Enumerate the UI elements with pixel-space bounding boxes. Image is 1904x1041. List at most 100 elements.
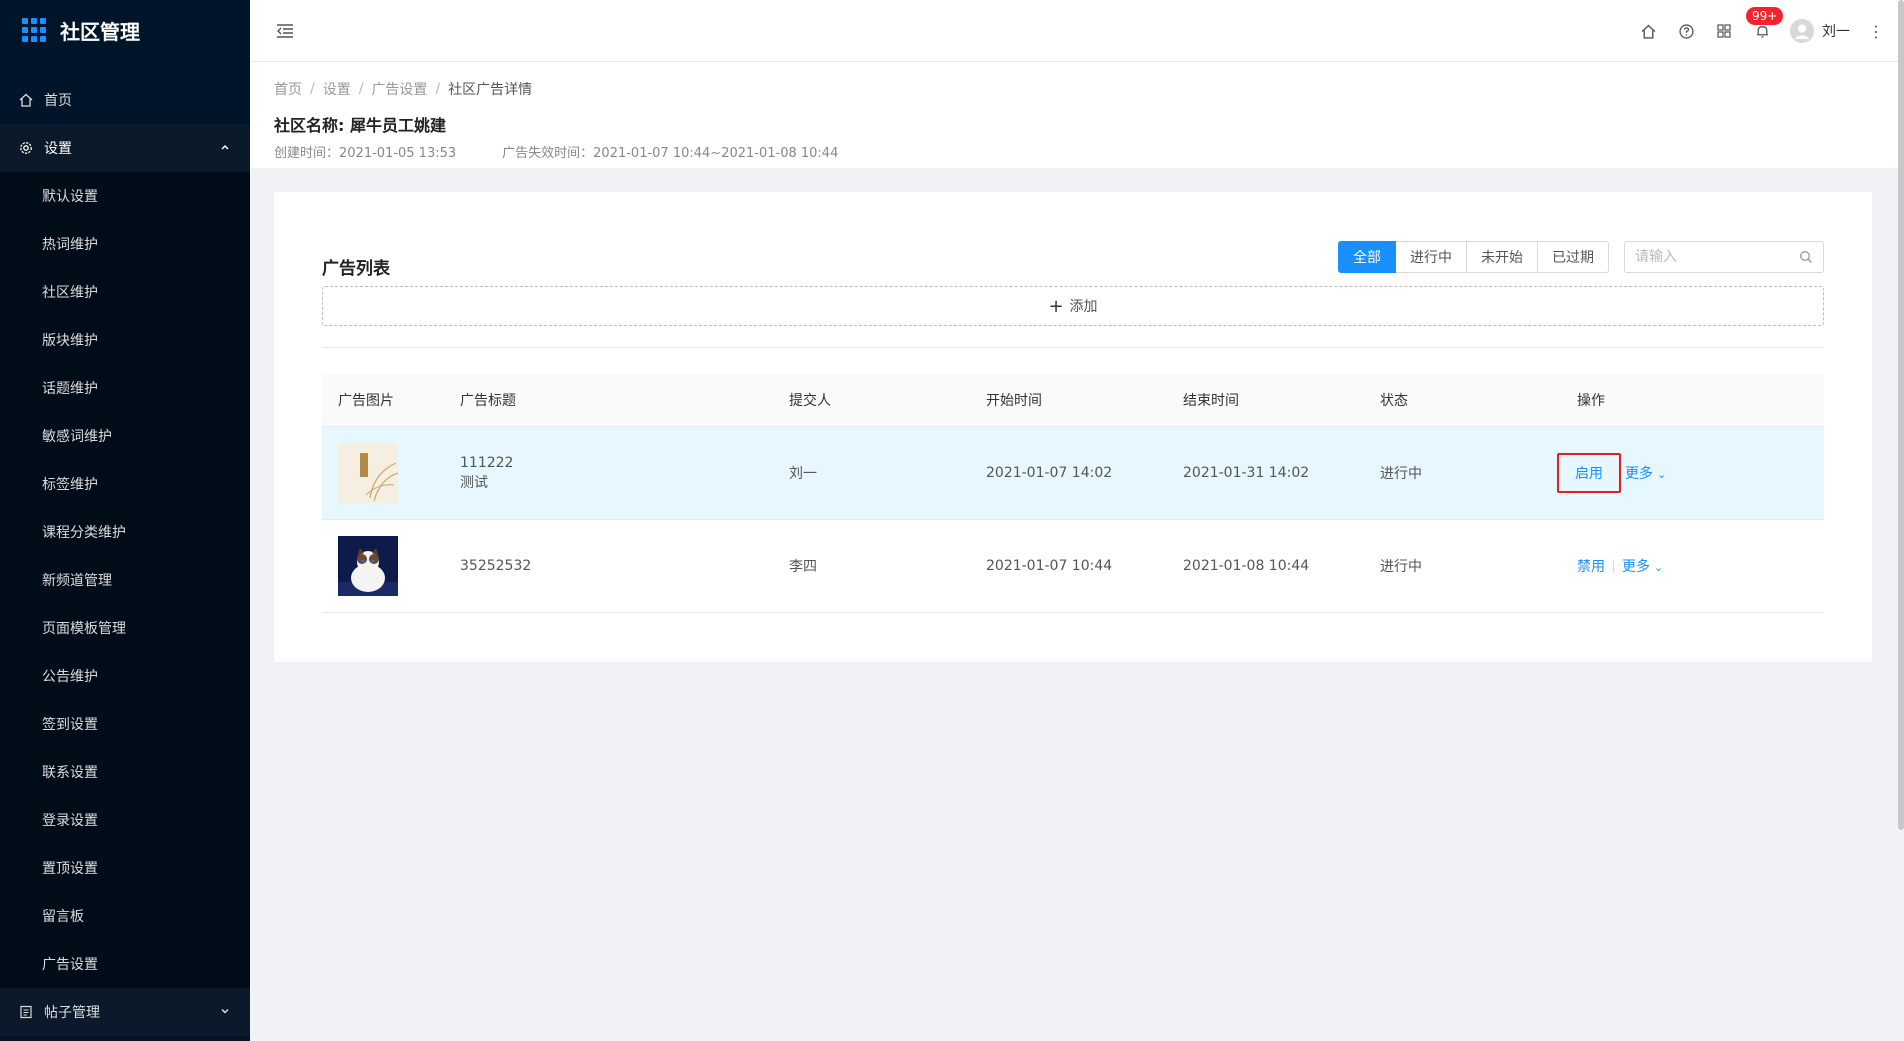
search-box — [1624, 241, 1824, 273]
filter-not-started[interactable]: 未开始 — [1467, 241, 1538, 273]
chevron-down-icon: ⌄ — [1657, 468, 1667, 481]
disable-button[interactable]: 禁用 — [1577, 556, 1605, 576]
breadcrumb: 首页 / 设置 / 广告设置 / 社区广告详情 — [274, 78, 1874, 100]
sidebar-item-section[interactable]: 版块维护 — [0, 316, 250, 364]
page-title: 社区名称: 犀牛员工姚建 — [274, 116, 446, 135]
breadcrumb-settings[interactable]: 设置 — [323, 79, 351, 99]
settings-submenu: 默认设置 热词维护 社区维护 版块维护 话题维护 敏感词维护 标签维护 课程分类… — [0, 172, 250, 988]
header-actions: 99+ 刘一 ⋮ — [1620, 0, 1884, 62]
end-time-cell: 2021-01-08 10:44 — [1183, 558, 1310, 574]
breadcrumb-separator: / — [435, 81, 441, 97]
home-icon — [18, 92, 34, 108]
sidebar-item-sensitive-words[interactable]: 敏感词维护 — [0, 412, 250, 460]
sidebar-item-topic[interactable]: 话题维护 — [0, 364, 250, 412]
sidebar-item-label: 设置 — [44, 141, 72, 157]
page-header: 首页 / 设置 / 广告设置 / 社区广告详情 社区名称: 犀牛员工姚建 创建时… — [250, 62, 1898, 168]
filter-in-progress[interactable]: 进行中 — [1396, 241, 1467, 273]
action-separator — [1613, 559, 1614, 573]
menu-fold-icon[interactable] — [274, 20, 296, 42]
filter-all[interactable]: 全部 — [1338, 241, 1396, 273]
table-row: 35252532 李四 2021-01-07 10:44 2021-01-08 … — [322, 520, 1824, 613]
status-filter-group: 全部 进行中 未开始 已过期 — [1338, 241, 1609, 273]
sidebar-item-contact[interactable]: 联系设置 — [0, 748, 250, 796]
more-dropdown[interactable]: 更多 ⌄ — [1625, 463, 1666, 483]
plus-icon: + — [1048, 295, 1064, 317]
sidebar-item-announcement[interactable]: 公告维护 — [0, 652, 250, 700]
sidebar-item-settings[interactable]: 设置 — [0, 124, 250, 172]
ad-thumbnail[interactable] — [338, 536, 398, 596]
filter-expired[interactable]: 已过期 — [1538, 241, 1609, 273]
sidebar-item-tags[interactable]: 标签维护 — [0, 460, 250, 508]
breadcrumb-ad-settings[interactable]: 广告设置 — [371, 79, 427, 99]
sidebar-item-posts[interactable]: 帖子管理 — [0, 988, 250, 1036]
ad-list-card: 广告列表 全部 进行中 未开始 已过期 + 添加 广告图片 广告标题 提交人 开… — [274, 192, 1872, 662]
enable-button[interactable]: 启用 — [1557, 453, 1621, 493]
sidebar: 社区管理 首页 设置 默认设置 热词维护 社区维护 版块维护 话题维护 敏感词维… — [0, 0, 250, 1041]
sidebar-item-login[interactable]: 登录设置 — [0, 796, 250, 844]
end-time-cell: 2021-01-31 14:02 — [1183, 465, 1310, 481]
app-title: 社区管理 — [60, 19, 140, 44]
ad-title-block: 111222 测试 — [460, 453, 773, 493]
search-icon[interactable] — [1799, 250, 1813, 268]
row-actions: 启用 更多 ⌄ — [1557, 453, 1824, 493]
sidebar-item-default-settings[interactable]: 默认设置 — [0, 172, 250, 220]
nav-menu: 首页 设置 默认设置 热词维护 社区维护 版块维护 话题维护 敏感词维护 标签维… — [0, 76, 250, 1036]
ad-expire-time: 广告失效时间：2021-01-07 10:44~2021-01-08 10:44 — [502, 146, 839, 161]
column-header: 状态 — [1380, 393, 1408, 409]
divider — [322, 347, 1824, 348]
sidebar-item-label: 帖子管理 — [44, 1005, 100, 1021]
row-actions: 禁用 更多 ⌄ — [1577, 556, 1824, 576]
ad-thumbnail[interactable] — [338, 443, 398, 503]
actions-cell: 禁用 更多 ⌄ — [1561, 556, 1824, 576]
ad-table: 广告图片 广告标题 提交人 开始时间 结束时间 状态 操作 111222 测试 … — [322, 374, 1824, 613]
table-row: 111222 测试 刘一 2021-01-07 14:02 2021-01-31… — [322, 427, 1824, 520]
sidebar-item-message-board[interactable]: 留言板 — [0, 892, 250, 940]
notification-bell[interactable]: 99+ — [1746, 7, 1784, 41]
ad-image-cell — [322, 536, 444, 596]
ad-title: 111222 — [460, 455, 514, 471]
sidebar-item-hot-words[interactable]: 热词维护 — [0, 220, 250, 268]
chevron-down-icon — [220, 1004, 230, 1020]
column-header: 开始时间 — [986, 393, 1042, 409]
apps-icon[interactable] — [1714, 21, 1734, 41]
section-title: 广告列表 — [322, 259, 390, 279]
submitter-cell: 李四 — [789, 559, 817, 575]
breadcrumb-separator: / — [358, 81, 364, 97]
page-scrollbar[interactable] — [1898, 0, 1904, 830]
add-ad-button[interactable]: + 添加 — [322, 286, 1824, 326]
breadcrumb-current: 社区广告详情 — [448, 82, 533, 98]
username[interactable]: 刘一 — [1822, 21, 1850, 41]
community-meta: 创建时间：2021-01-05 13:53 广告失效时间：2021-01-07 … — [274, 142, 1874, 161]
user-avatar-icon — [1790, 19, 1814, 43]
more-dropdown[interactable]: 更多 ⌄ — [1622, 556, 1663, 576]
ad-image-cell — [322, 443, 444, 503]
status-cell: 进行中 — [1380, 559, 1422, 575]
sidebar-item-checkin[interactable]: 签到设置 — [0, 700, 250, 748]
top-header: 99+ 刘一 ⋮ — [250, 0, 1904, 62]
sidebar-item-pin[interactable]: 置顶设置 — [0, 844, 250, 892]
sidebar-item-new-channel[interactable]: 新频道管理 — [0, 556, 250, 604]
avatar[interactable] — [1790, 19, 1814, 43]
ad-subtitle: 测试 — [460, 475, 488, 491]
column-header: 广告图片 — [338, 393, 394, 409]
column-header: 广告标题 — [460, 393, 516, 409]
more-vertical-icon[interactable]: ⋮ — [1868, 22, 1884, 41]
sidebar-item-page-template[interactable]: 页面模板管理 — [0, 604, 250, 652]
logo[interactable]: 社区管理 — [0, 0, 250, 60]
ad-title-cell: 111222 测试 — [444, 453, 773, 493]
apps-grid-icon — [22, 18, 46, 42]
column-header: 提交人 — [789, 393, 831, 409]
search-input[interactable] — [1625, 243, 1785, 271]
sidebar-item-ad-settings[interactable]: 广告设置 — [0, 940, 250, 988]
chevron-down-icon: ⌄ — [1654, 561, 1664, 574]
chevron-up-icon — [220, 140, 230, 156]
sidebar-item-home[interactable]: 首页 — [0, 76, 250, 124]
help-icon[interactable] — [1676, 21, 1696, 41]
home-icon[interactable] — [1638, 21, 1658, 41]
table-header: 广告图片 广告标题 提交人 开始时间 结束时间 状态 操作 — [322, 374, 1824, 427]
submitter-cell: 刘一 — [789, 466, 817, 482]
sidebar-item-course-category[interactable]: 课程分类维护 — [0, 508, 250, 556]
breadcrumb-home[interactable]: 首页 — [274, 79, 302, 99]
sidebar-item-community[interactable]: 社区维护 — [0, 268, 250, 316]
notification-badge: 99+ — [1746, 7, 1784, 25]
